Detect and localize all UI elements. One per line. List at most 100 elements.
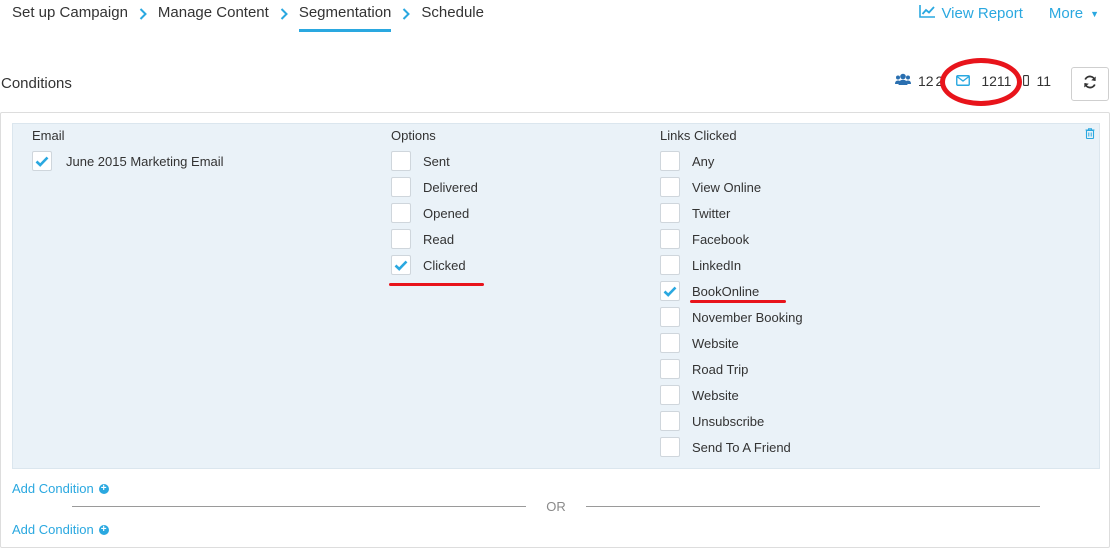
email-checkbox[interactable] [32,151,52,171]
refresh-button[interactable] [1071,67,1109,101]
options-option: Read [391,226,478,252]
options-label: Opened [423,205,470,221]
link-label: Website [692,387,739,403]
options-checkbox[interactable] [391,151,411,171]
refresh-icon [1083,75,1097,94]
caret-down-icon: ▼ [1090,8,1099,19]
step-setup-campaign[interactable]: Set up Campaign [12,4,128,29]
link-checkbox[interactable] [660,281,680,301]
divider-line [72,506,527,507]
link-label: View Online [692,179,762,195]
contacts-count: 12 [917,73,934,89]
link-checkbox[interactable] [660,255,680,275]
trash-icon[interactable] [1085,126,1095,144]
options-label: Sent [423,153,450,169]
link-checkbox[interactable] [660,151,680,171]
options-checkbox[interactable] [391,203,411,223]
link-checkbox[interactable] [660,203,680,223]
condition-panel: Email June 2015 Marketing Email Options … [12,123,1100,469]
options-label: Read [423,231,455,247]
options-option: Clicked [391,252,478,278]
link-label: Website [692,335,739,351]
link-checkbox[interactable] [660,359,680,379]
plus-circle-icon: + [98,524,109,535]
contacts-stat: 12 [894,73,934,89]
options-option: Delivered [391,174,478,200]
view-report-label: View Report [941,4,1023,22]
step-segmentation[interactable]: Segmentation [298,4,392,32]
chevron-right-icon [269,4,299,20]
check-icon [35,156,49,167]
link-option: Website [660,330,803,356]
options-checkbox[interactable] [391,229,411,249]
link-option: Send To A Friend [660,434,803,460]
link-label: LinkedIn [692,257,742,273]
step-manage-content[interactable]: Manage Content [158,4,269,29]
add-condition-link[interactable]: Add Condition + [12,481,109,496]
email-label: June 2015 Marketing Email [66,153,224,169]
phone-icon [1023,73,1030,89]
link-option: Any [660,148,803,174]
email-column: Email June 2015 Marketing Email [32,128,224,174]
link-label: BookOnline [692,283,760,299]
options-option: Opened [391,200,478,226]
annotation-underline-clicked [389,283,484,286]
link-option: View Online [660,174,803,200]
link-label: Road Trip [692,361,749,377]
other-count: 11 [1036,73,1051,89]
link-label: Send To A Friend [692,439,791,455]
link-option: Road Trip [660,356,803,382]
add-condition-label: Add Condition [12,481,94,496]
link-checkbox[interactable] [660,307,680,327]
chevron-right-icon [128,4,158,20]
link-option: Website [660,382,803,408]
add-condition-link-2[interactable]: Add Condition + [12,522,109,537]
link-label: Any [692,153,715,169]
more-dropdown[interactable]: More ▼ [1049,5,1099,23]
plus-circle-icon: + [98,483,109,494]
link-checkbox[interactable] [660,437,680,457]
other-stat: 11 [1023,73,1051,89]
options-option: Sent [391,148,478,174]
link-checkbox[interactable] [660,411,680,431]
check-icon [663,286,677,297]
options-column-title: Options [391,128,436,143]
link-option: LinkedIn [660,252,803,278]
divider-line [585,506,1040,507]
or-label: OR [546,499,566,514]
annotation-underline-bookonline [690,300,786,303]
line-chart-icon [919,4,936,23]
options-label: Clicked [423,257,466,273]
check-icon [394,260,408,271]
users-icon [894,73,911,89]
link-label: Twitter [692,205,731,221]
more-label: More [1048,4,1084,22]
view-report-link[interactable]: View Report [919,4,1023,23]
email-option: June 2015 Marketing Email [32,148,224,174]
header-actions: View Report More ▼ [919,4,1099,23]
options-label: Delivered [423,179,478,195]
conditions-title: Conditions [1,75,72,92]
link-checkbox[interactable] [660,229,680,249]
email-column-title: Email [32,128,65,143]
add-condition-label: Add Condition [12,522,94,537]
options-column: Options Sent Delivered Opened Read Clicked [391,128,478,278]
options-checkbox[interactable] [391,177,411,197]
link-option: November Booking [660,304,803,330]
annotation-circle-emails [940,58,1022,106]
link-checkbox[interactable] [660,177,680,197]
link-option: Facebook [660,226,803,252]
links-clicked-column: Links Clicked Any View Online Twitter Faceb… [660,128,803,460]
link-checkbox[interactable] [660,385,680,405]
step-schedule[interactable]: Schedule [421,4,484,29]
link-label: November Booking [692,309,803,325]
options-checkbox[interactable] [391,255,411,275]
link-label: Facebook [692,231,750,247]
wizard-steps: Set up Campaign Manage Content Segmentat… [12,4,484,32]
link-checkbox[interactable] [660,333,680,353]
links-column-title: Links Clicked [660,128,737,143]
link-label: Unsubscribe [692,413,765,429]
or-divider: OR [72,499,1040,514]
link-option: Unsubscribe [660,408,803,434]
link-option: Twitter [660,200,803,226]
